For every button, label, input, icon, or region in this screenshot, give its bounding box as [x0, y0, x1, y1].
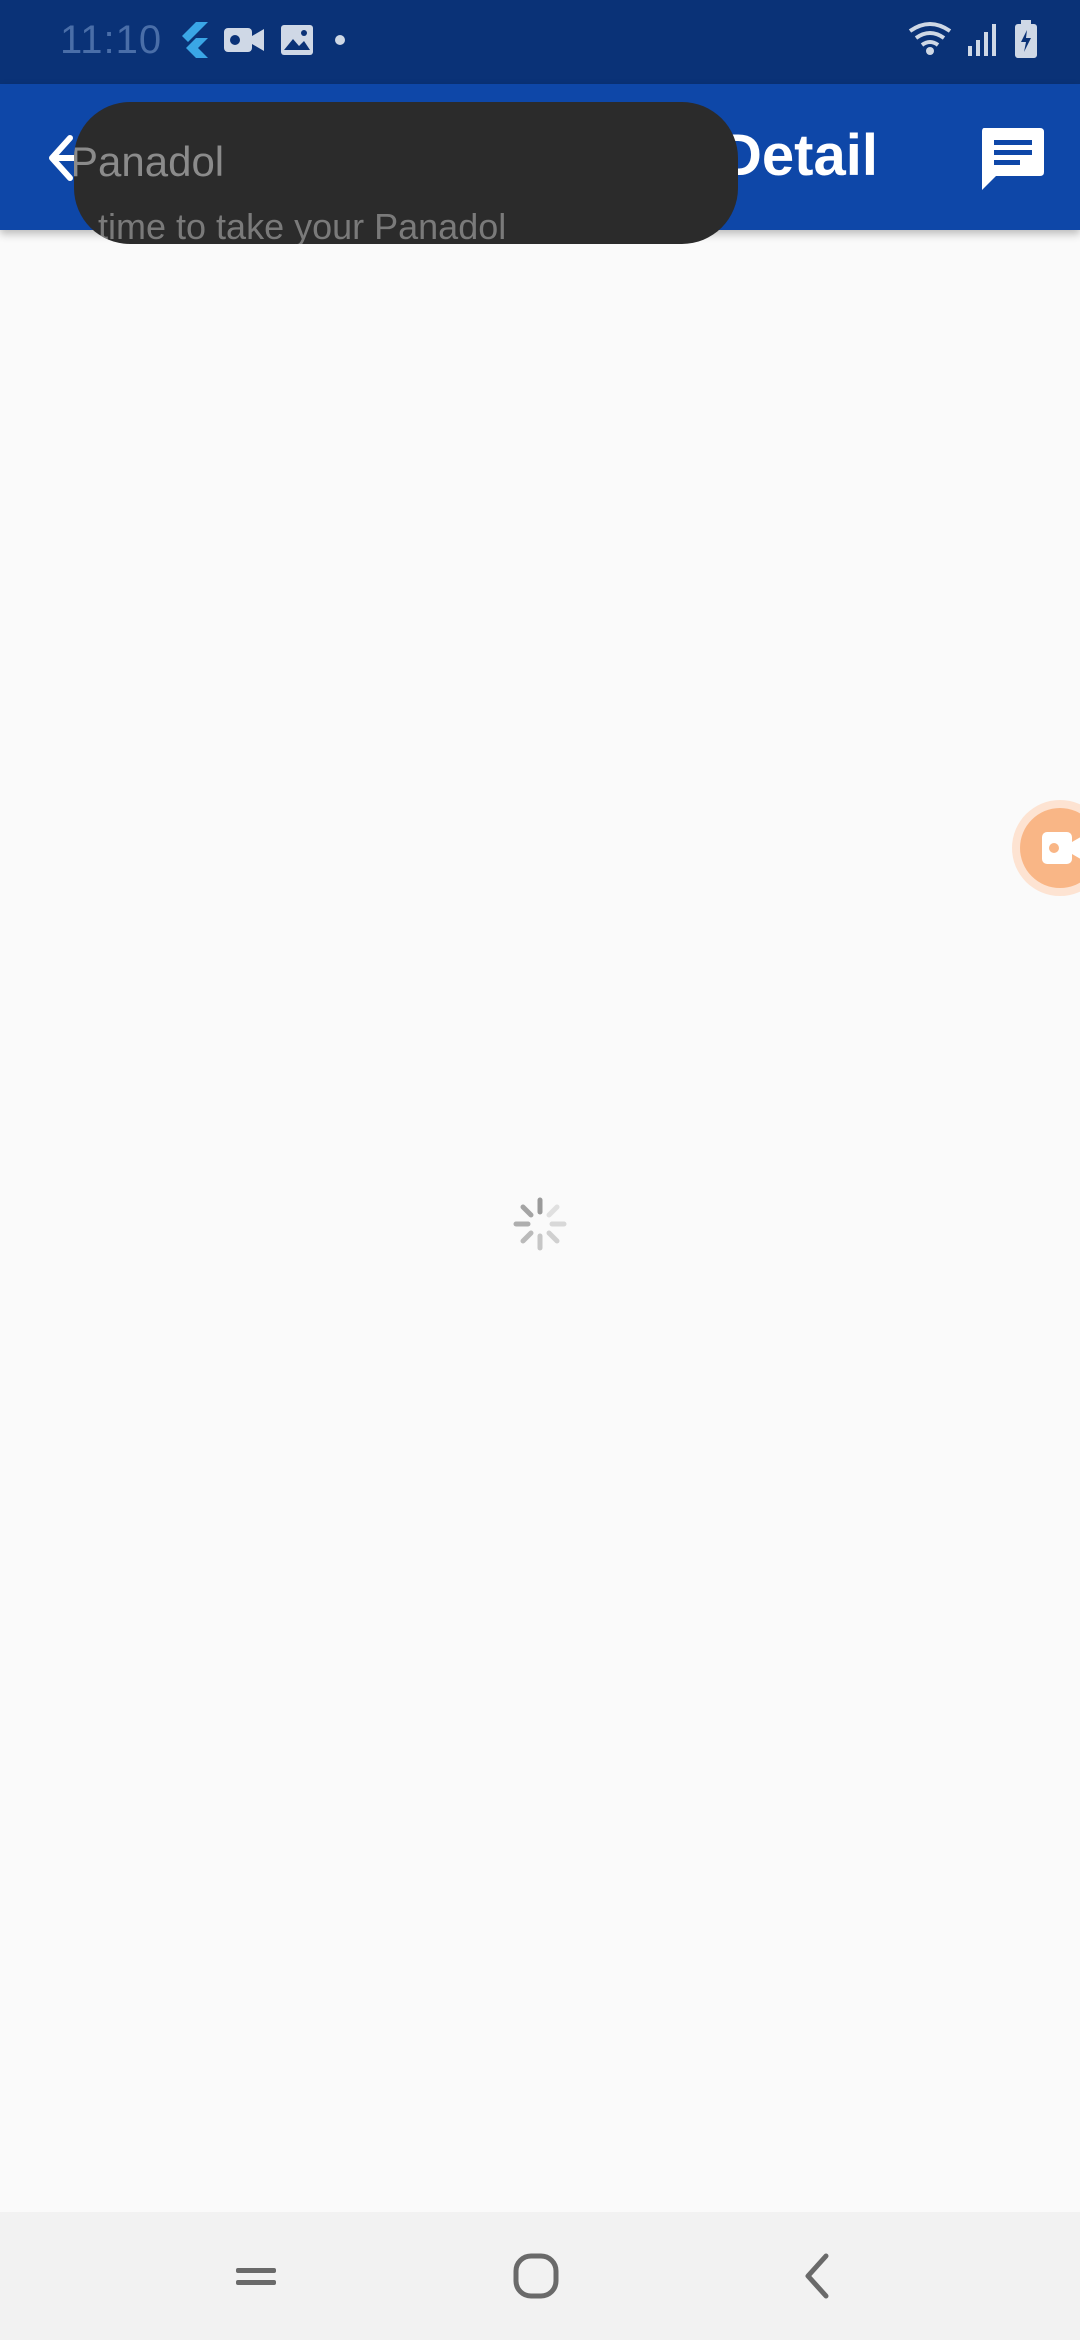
- notification-body: s time to take your Panadol: [74, 206, 507, 244]
- recent-apps-button[interactable]: [218, 2238, 294, 2314]
- floating-video-button[interactable]: [1012, 800, 1080, 896]
- flutter-icon: [178, 22, 208, 63]
- signal-icon: [966, 22, 1000, 61]
- status-bar: 11:10: [0, 0, 1080, 84]
- chat-icon: [982, 128, 1044, 190]
- page-title: Detail: [720, 123, 878, 188]
- loading-spinner-icon: [513, 1197, 567, 1251]
- battery-charging-icon: [1014, 20, 1038, 63]
- video-camera-icon: [224, 25, 264, 60]
- image-icon: [280, 24, 314, 61]
- floating-video-button-inner: [1020, 808, 1080, 888]
- screen: 11:10 Detail Panadol s time to take your…: [0, 0, 1080, 2340]
- recent-apps-icon: [236, 2268, 276, 2285]
- home-button[interactable]: [498, 2238, 574, 2314]
- notification-title: Panadol: [74, 138, 225, 185]
- status-icons-right: [908, 20, 1038, 63]
- status-icons-left: [178, 22, 350, 63]
- back-icon: [805, 2253, 829, 2299]
- loading-spinner: [512, 1196, 568, 1252]
- back-nav-button[interactable]: [780, 2238, 856, 2314]
- video-camera-icon: [1042, 832, 1080, 864]
- status-time: 11:10: [60, 18, 163, 62]
- wifi-icon: [908, 21, 952, 62]
- notification-toast[interactable]: Panadol s time to take your Panadol: [74, 102, 738, 244]
- chat-button[interactable]: [974, 120, 1050, 196]
- home-icon: [513, 2253, 559, 2299]
- dot-icon: [330, 30, 350, 55]
- navigation-bar: [0, 2212, 1080, 2340]
